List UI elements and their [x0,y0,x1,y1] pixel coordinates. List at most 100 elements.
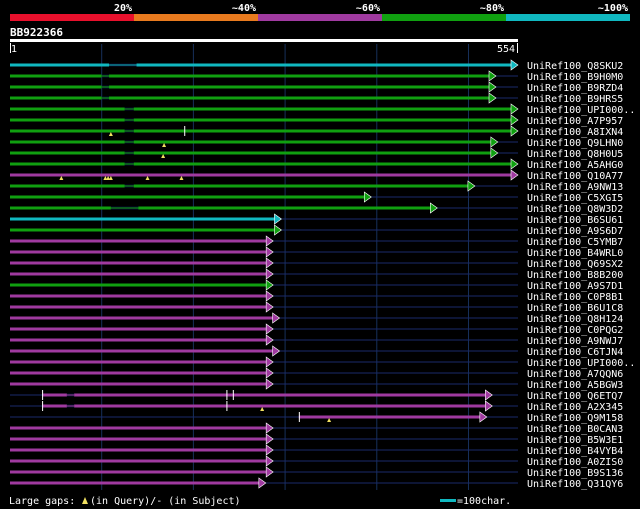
hit-arrow-icon [488,92,497,104]
hit-label[interactable]: UniRef100_Q9M158 [527,413,623,424]
hit-label[interactable]: UniRef100_B6SU61 [527,215,623,226]
hit-bar[interactable] [10,437,268,441]
hit-bar[interactable] [10,129,512,133]
hit-bar[interactable] [10,382,268,386]
hit-bar[interactable] [10,305,268,309]
hit-arrow-icon [274,213,282,225]
hit-bar[interactable] [10,63,512,67]
query-start-tick [10,43,11,53]
hit-bar[interactable] [10,228,276,232]
hit-label[interactable]: UniRef100_Q8W3D2 [527,204,623,215]
alignment-tick [42,401,44,411]
hit-label[interactable]: UniRef100_Q31QY6 [527,479,623,490]
subject-gap-line [101,97,110,99]
hit-label[interactable]: UniRef100_Q6ETQ7 [527,391,623,402]
hit-arrow-icon [488,81,497,93]
hit-bar[interactable] [10,173,512,177]
hit-arrow-icon [490,136,499,148]
hit-bar[interactable] [10,294,268,298]
hit-label[interactable]: UniRef100_C0PQG2 [527,325,623,336]
hit-label[interactable]: UniRef100_C5XGI5 [527,193,623,204]
hit-row[interactable]: UniRef100_UPI000.. [10,103,635,116]
hit-bar[interactable] [10,195,366,199]
hit-bar[interactable] [10,162,512,166]
hit-bar[interactable] [10,250,268,254]
hit-bar[interactable] [10,239,268,243]
hit-label[interactable]: UniRef100_Q10A77 [527,171,623,182]
hit-bar[interactable] [10,481,260,485]
hit-label[interactable]: UniRef100_A9NWJ7 [527,336,623,347]
hit-label[interactable]: UniRef100_Q8SKU2 [527,61,623,72]
hit-label[interactable]: UniRef100_B9H0M0 [527,72,623,83]
hit-label[interactable]: UniRef100_A5BGW3 [527,380,623,391]
hit-label[interactable]: UniRef100_C6TJN4 [527,347,623,358]
hit-arrow-icon [265,334,274,346]
legend-label: ~60% [356,3,380,14]
hit-bar[interactable] [10,327,268,331]
hit-bar[interactable] [10,360,268,364]
hit-label[interactable]: UniRef100_A7P957 [527,116,623,127]
hit-label[interactable]: UniRef100_A7QQN6 [527,369,623,380]
hit-bar[interactable] [10,261,268,265]
hit-label[interactable]: UniRef100_A0ZIS0 [527,457,623,468]
hit-label[interactable]: UniRef100_UPI000.. [527,105,635,116]
hit-bar[interactable] [10,151,492,155]
hit-label[interactable]: UniRef100_B9RZD4 [527,83,623,94]
hit-bar[interactable] [10,316,274,320]
hit-arrow-icon [265,356,274,368]
hit-label[interactable]: UniRef100_Q69SX2 [527,259,623,270]
hit-label[interactable]: UniRef100_B5W3E1 [527,435,623,446]
hit-label[interactable]: UniRef100_B6U1C8 [527,303,623,314]
hit-arrow-icon [510,114,519,126]
query-end: 554 [497,44,515,55]
hit-bar[interactable] [10,118,512,122]
hit-bar[interactable] [10,85,490,89]
hit-label[interactable]: UniRef100_B4VYB4 [527,446,623,457]
hit-label[interactable]: UniRef100_A9NW13 [527,182,623,193]
hit-bar[interactable] [10,184,469,188]
hit-label[interactable]: UniRef100_B4WRL0 [527,248,623,259]
hit-label[interactable]: UniRef100_B9S136 [527,468,623,479]
hit-label[interactable]: UniRef100_A9S7D1 [527,281,623,292]
hit-bar[interactable] [10,470,268,474]
hit-label[interactable]: UniRef100_A5AHG0 [527,160,623,171]
hit-bar[interactable] [10,140,492,144]
hit-label[interactable]: UniRef100_C0P8B1 [527,292,623,303]
query-gap-icon [162,143,167,147]
hit-bar[interactable] [10,107,512,111]
hit-label[interactable]: UniRef100_B0CAN3 [527,424,623,435]
hit-label[interactable]: UniRef100_B9HRS5 [527,94,623,105]
hit-bar[interactable] [10,96,490,100]
hit-label[interactable]: UniRef100_A9S6D7 [527,226,623,237]
hit-bar[interactable] [10,459,268,463]
hit-bar[interactable] [10,426,268,430]
hit-bar[interactable] [10,448,268,452]
query-gap-icon [59,176,64,180]
hit-label[interactable]: UniRef100_C5YMB7 [527,237,623,248]
hit-bar[interactable] [10,74,490,78]
grid-lines [101,44,469,490]
hit-row[interactable]: UniRef100_UPI000.. [10,356,635,369]
hit-label[interactable]: UniRef100_UPI000.. [527,358,635,369]
hit-label[interactable]: UniRef100_Q9LHN0 [527,138,623,149]
hit-label[interactable]: UniRef100_Q8H124 [527,314,623,325]
legend-segment [134,14,258,21]
hit-label[interactable]: UniRef100_A2X345 [527,402,623,413]
hit-bar[interactable] [10,371,268,375]
hit-bar[interactable] [10,217,276,221]
hit-bar[interactable] [298,415,481,419]
hit-bar[interactable] [42,404,487,408]
hit-label[interactable]: UniRef100_B8B200 [527,270,623,281]
hit-bar[interactable] [42,393,487,397]
hit-arrow-icon [258,477,267,489]
hit-arrow-icon [265,367,274,379]
legend-segment [382,14,506,21]
hit-bar[interactable] [10,206,432,210]
hit-bar[interactable] [10,272,268,276]
hit-bar[interactable] [10,338,268,342]
hit-label[interactable]: UniRef100_A8IXN4 [527,127,623,138]
hit-arrow-icon [485,389,493,401]
hit-label[interactable]: UniRef100_Q8H0U5 [527,149,623,160]
hit-bar[interactable] [10,283,268,287]
hit-bar[interactable] [10,349,274,353]
